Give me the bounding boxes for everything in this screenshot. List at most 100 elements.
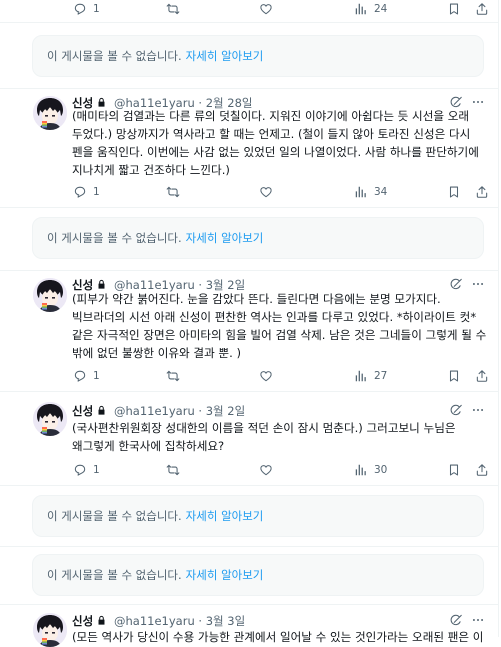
reply-button[interactable]: 1 (73, 185, 100, 199)
views-icon (354, 2, 368, 16)
learn-more-link[interactable]: 자세히 알아보기 (186, 509, 264, 523)
bookmark-icon (447, 369, 461, 383)
divider (0, 604, 498, 605)
divider (0, 391, 498, 392)
views-button[interactable]: 30 (354, 463, 387, 477)
notice-text: 이 게시물을 볼 수 없습니다. (47, 509, 182, 523)
unavailable-post-notice: 이 게시물을 볼 수 없습니다. 자세히 알아보기 (32, 554, 484, 596)
reply-button[interactable]: 1 (73, 463, 100, 477)
post-text: (모든 역사가 당신이 수용 가능한 관계에서 일어날 수 있는 것인가라는 오… (72, 630, 484, 644)
reply-icon (73, 369, 87, 383)
bookmark-button[interactable] (447, 185, 461, 199)
repost-icon (166, 2, 180, 16)
repost-button[interactable] (166, 2, 180, 16)
post-text: (매미타의 검열과는 다른 류의 덧칠이다. 지워진 이야기에 아쉽다는 듯 시… (72, 109, 479, 177)
handle[interactable]: @ha11e1yaru (114, 404, 195, 418)
divider (0, 207, 498, 208)
more-icon[interactable] (471, 613, 485, 627)
top-action-bar: 1 24 (0, 0, 498, 20)
lock-icon (96, 615, 107, 626)
bookmark-button[interactable] (447, 463, 461, 477)
reply-icon (73, 463, 87, 477)
bookmark-button[interactable] (447, 2, 461, 16)
post-date[interactable]: 3월 2일 (206, 404, 245, 418)
learn-more-link[interactable]: 자세히 알아보기 (186, 49, 264, 63)
timeline-border (498, 0, 499, 637)
post-meta: @ha11e1yaru · 3월 2일 (114, 404, 246, 418)
notice-text: 이 게시물을 볼 수 없습니다. (47, 231, 182, 245)
repost-icon (166, 463, 180, 477)
like-icon (259, 2, 273, 16)
grok-icon[interactable] (449, 277, 463, 291)
share-button[interactable] (475, 185, 489, 199)
learn-more-link[interactable]: 자세히 알아보기 (186, 231, 264, 245)
share-icon (475, 369, 489, 383)
bookmark-icon (447, 2, 461, 16)
share-button[interactable] (475, 463, 489, 477)
like-button[interactable] (259, 185, 273, 199)
post-date[interactable]: 3월 3일 (206, 614, 245, 628)
handle[interactable]: @ha11e1yaru (114, 614, 195, 628)
divider (0, 270, 498, 271)
avatar[interactable] (33, 402, 67, 436)
post-meta: @ha11e1yaru · 3월 3일 (114, 614, 246, 628)
views-icon (354, 185, 368, 199)
reply-icon (73, 185, 87, 199)
reply-button[interactable]: 1 (73, 2, 100, 16)
avatar[interactable] (33, 278, 67, 312)
unavailable-post-notice: 이 게시물을 볼 수 없습니다. 자세히 알아보기 (32, 217, 484, 259)
view-count: 30 (374, 464, 388, 476)
views-button[interactable]: 27 (354, 369, 387, 383)
like-button[interactable] (259, 2, 273, 16)
reply-count: 1 (93, 370, 100, 382)
views-icon (354, 369, 368, 383)
view-count: 34 (374, 186, 388, 198)
share-icon (475, 463, 489, 477)
display-name[interactable]: 신성 (72, 613, 107, 629)
repost-button[interactable] (166, 463, 180, 477)
share-icon (475, 2, 489, 16)
more-icon[interactable] (471, 277, 485, 291)
reply-count: 1 (93, 186, 100, 198)
divider (0, 88, 498, 89)
bookmark-icon (447, 185, 461, 199)
like-icon (259, 369, 273, 383)
reply-icon (73, 2, 87, 16)
repost-button[interactable] (166, 185, 180, 199)
repost-button[interactable] (166, 369, 180, 383)
grok-icon[interactable] (449, 403, 463, 417)
post-text: (피부가 약간 붉어진다. 눈을 감았다 뜬다. 들린다면 다음에는 분명 모가… (72, 292, 487, 360)
share-icon (475, 185, 489, 199)
avatar[interactable] (33, 613, 67, 647)
repost-icon (166, 185, 180, 199)
like-button[interactable] (259, 463, 273, 477)
unavailable-post-notice: 이 게시물을 볼 수 없습니다. 자세히 알아보기 (32, 35, 484, 77)
like-button[interactable] (259, 369, 273, 383)
share-button[interactable] (475, 369, 489, 383)
bookmark-button[interactable] (447, 369, 461, 383)
more-icon[interactable] (471, 403, 485, 417)
avatar[interactable] (33, 96, 67, 130)
post-text: (국사편찬위원회장 성대한의 이름을 적던 손이 잠시 멈춘다.) 그러고보니 … (72, 421, 456, 453)
grok-icon[interactable] (449, 613, 463, 627)
repost-icon (166, 369, 180, 383)
views-button[interactable]: 34 (354, 185, 387, 199)
reply-count: 1 (93, 3, 100, 15)
like-icon (259, 463, 273, 477)
divider (0, 485, 498, 486)
lock-icon (96, 279, 107, 290)
unavailable-post-notice: 이 게시물을 볼 수 없습니다. 자세히 알아보기 (32, 495, 484, 537)
views-button[interactable]: 24 (354, 2, 387, 16)
like-icon (259, 185, 273, 199)
reply-count: 1 (93, 464, 100, 476)
views-icon (354, 463, 368, 477)
divider (0, 546, 498, 547)
notice-text: 이 게시물을 볼 수 없습니다. (47, 49, 182, 63)
learn-more-link[interactable]: 자세히 알아보기 (186, 568, 264, 582)
share-button[interactable] (475, 2, 489, 16)
notice-text: 이 게시물을 볼 수 없습니다. (47, 568, 182, 582)
display-name[interactable]: 신성 (72, 403, 107, 419)
view-count: 24 (374, 3, 388, 15)
reply-button[interactable]: 1 (73, 369, 100, 383)
bookmark-icon (447, 463, 461, 477)
